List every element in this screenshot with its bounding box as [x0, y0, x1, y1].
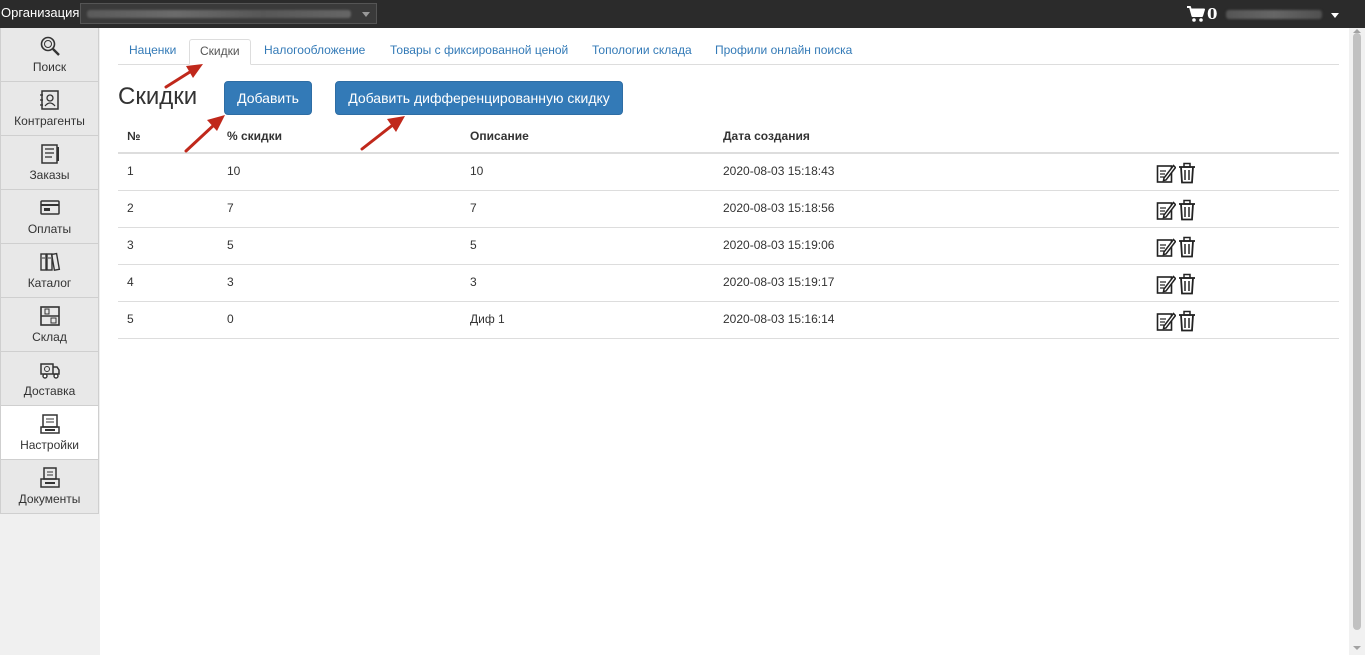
edit-icon[interactable]	[1156, 310, 1176, 332]
user-menu-caret-icon[interactable]	[1331, 13, 1339, 18]
sidebar-item-settings[interactable]: Настройки	[0, 406, 99, 460]
delete-icon[interactable]	[1177, 236, 1197, 258]
sidebar-item-catalog[interactable]: Каталог	[0, 244, 99, 298]
delete-icon[interactable]	[1177, 310, 1197, 332]
scrollbar-thumb[interactable]	[1353, 33, 1361, 630]
page-title: Скидки	[118, 83, 198, 110]
sidebar-item-label: Доставка	[23, 384, 76, 398]
cell-created-date: 2020-08-03 15:19:06	[723, 238, 835, 252]
organization-label: Организация:	[1, 5, 84, 20]
cell-discount-percent: 5	[227, 238, 234, 252]
sidebar-item-label: Контрагенты	[14, 114, 85, 128]
table-row: 1 10 10 2020-08-03 15:18:43	[118, 154, 1339, 191]
discounts-table: № % скидки Описание Дата создания 1 10 10 2…	[118, 118, 1339, 339]
cell-created-date: 2020-08-03 15:18:56	[723, 201, 835, 215]
sidebar-item-orders[interactable]: Заказы	[0, 136, 99, 190]
delete-icon[interactable]	[1177, 273, 1197, 295]
cart-count: 0	[1207, 5, 1218, 23]
sidebar-item-search[interactable]: Поиск	[0, 28, 99, 82]
settings-icon	[40, 414, 60, 434]
table-row: 5 0 Диф 1 2020-08-03 15:16:14	[118, 302, 1339, 339]
user-menu-redacted[interactable]	[1226, 10, 1322, 19]
edit-icon[interactable]	[1156, 199, 1176, 221]
cell-number: 4	[127, 275, 134, 289]
sidebar-item-label: Заказы	[29, 168, 70, 182]
column-header-created-date: Дата создания	[723, 129, 810, 143]
sidebar-item-payments[interactable]: Оплаты	[0, 190, 99, 244]
cell-number: 1	[127, 164, 134, 178]
tab-taxation[interactable]: Налогообложение	[264, 39, 365, 64]
cell-description: 7	[470, 201, 477, 215]
scroll-down-arrow-icon[interactable]	[1353, 646, 1361, 650]
sidebar-item-label: Склад	[32, 330, 67, 344]
search-icon	[40, 36, 60, 56]
sidebar-item-label: Каталог	[27, 276, 72, 290]
edit-icon[interactable]	[1156, 273, 1176, 295]
column-header-number: №	[127, 129, 141, 143]
cell-discount-percent: 10	[227, 164, 241, 178]
column-header-description: Описание	[470, 129, 529, 143]
add-differentiated-discount-button[interactable]: Добавить дифференцированную скидку	[335, 81, 623, 115]
edit-icon[interactable]	[1156, 162, 1176, 184]
cell-description: 5	[470, 238, 477, 252]
orders-icon	[41, 144, 59, 164]
delete-icon[interactable]	[1177, 199, 1197, 221]
cell-created-date: 2020-08-03 15:18:43	[723, 164, 835, 178]
contacts-icon	[40, 90, 59, 110]
table-row: 2 7 7 2020-08-03 15:18:56	[118, 191, 1339, 228]
sidebar-item-label: Оплаты	[27, 222, 72, 236]
tab-markups[interactable]: Наценки	[129, 39, 176, 64]
cell-number: 2	[127, 201, 134, 215]
sidebar-item-label: Документы	[18, 492, 81, 506]
table-row: 3 5 5 2020-08-03 15:19:06	[118, 228, 1339, 265]
cell-description: 10	[470, 164, 484, 178]
organization-select[interactable]	[80, 3, 377, 24]
cell-number: 3	[127, 238, 134, 252]
tab-fixed-price-goods[interactable]: Товары с фиксированной ценой	[390, 39, 568, 64]
sidebar-item-label: Поиск	[32, 60, 67, 74]
sidebar-item-label: Настройки	[20, 438, 79, 452]
column-header-discount-percent: % скидки	[227, 129, 283, 143]
sidebar-item-warehouse[interactable]: Склад	[0, 298, 99, 352]
tab-online-search-profiles[interactable]: Профили онлайн поиска	[715, 39, 852, 64]
warehouse-icon	[40, 306, 60, 326]
tab-warehouse-topologies[interactable]: Топологии склада	[592, 39, 692, 64]
sidebar-item-documents[interactable]: Документы	[0, 460, 99, 514]
cell-number: 5	[127, 312, 134, 326]
sidebar-item-contacts[interactable]: Контрагенты	[0, 82, 99, 136]
cell-description: Диф 1	[470, 312, 505, 326]
organization-name-redacted	[87, 10, 351, 18]
table-row: 4 3 3 2020-08-03 15:19:17	[118, 265, 1339, 302]
top-bar: Организация: 0	[0, 0, 1365, 28]
documents-icon	[40, 467, 60, 488]
cell-discount-percent: 7	[227, 201, 234, 215]
edit-icon[interactable]	[1156, 236, 1176, 258]
delivery-icon	[40, 363, 60, 379]
chevron-down-icon	[362, 12, 370, 17]
tab-discounts[interactable]: Скидки	[189, 39, 251, 65]
cell-created-date: 2020-08-03 15:19:17	[723, 275, 835, 289]
sidebar-item-delivery[interactable]: Доставка	[0, 352, 99, 406]
catalog-icon	[40, 252, 61, 272]
cart-icon[interactable]	[1186, 5, 1206, 23]
cell-description: 3	[470, 275, 477, 289]
payments-icon	[40, 200, 60, 215]
table-header: № % скидки Описание Дата создания	[118, 118, 1339, 154]
sidebar: Поиск Контрагенты Заказы Оплаты Каталог …	[0, 28, 100, 655]
settings-tabs: Наценки Скидки Налогообложение Товары с …	[118, 39, 1339, 65]
delete-icon[interactable]	[1177, 162, 1197, 184]
cell-discount-percent: 0	[227, 312, 234, 326]
cell-created-date: 2020-08-03 15:16:14	[723, 312, 835, 326]
add-button[interactable]: Добавить	[224, 81, 312, 115]
cell-discount-percent: 3	[227, 275, 234, 289]
